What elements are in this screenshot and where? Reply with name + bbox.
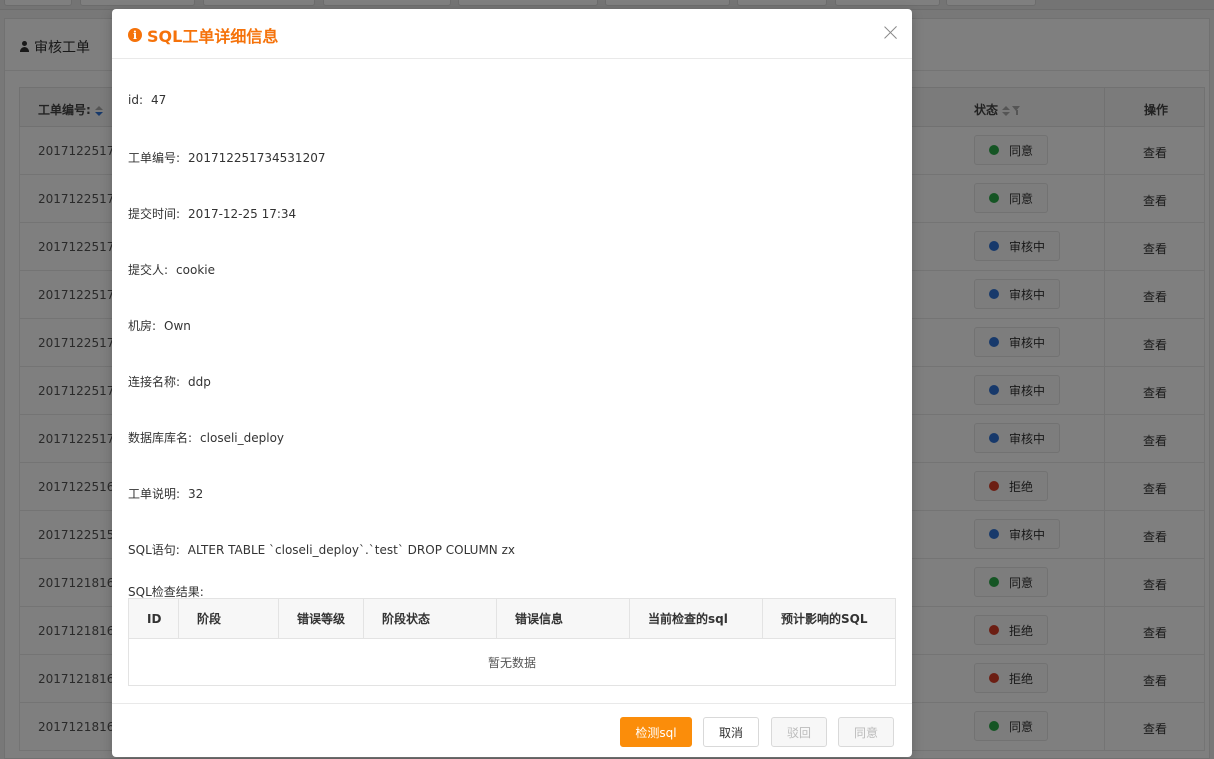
field-value: 201712251734531207	[188, 151, 326, 165]
cancel-button[interactable]: 取消	[703, 717, 759, 747]
field-label: 连接名称:	[128, 375, 181, 389]
field-id: id: 47	[128, 93, 166, 107]
field-label: 工单编号:	[128, 151, 181, 165]
result-col-affected-sql: 预计影响的SQL	[762, 598, 896, 639]
result-col-checked-sql: 当前检查的sql	[629, 598, 763, 639]
modal-title: i SQL工单详细信息	[128, 23, 278, 47]
field-connection: 连接名称: ddp	[128, 373, 211, 390]
field-label: 提交时间:	[128, 207, 181, 221]
close-icon[interactable]	[884, 25, 898, 39]
field-sql: SQL语句: ALTER TABLE `closeli_deploy`.`test…	[128, 541, 515, 558]
field-value: cookie	[176, 263, 215, 277]
field-datacenter: 机房: Own	[128, 317, 191, 334]
result-col-stage: 阶段	[178, 598, 279, 639]
result-col-stage-status: 阶段状态	[363, 598, 497, 639]
field-value: ddp	[188, 375, 211, 389]
field-submit-time: 提交时间: 2017-12-25 17:34	[128, 205, 296, 222]
modal-title-text: SQL工单详细信息	[147, 27, 279, 46]
modal-footer: 检测sql 取消 驳回 同意	[112, 703, 912, 757]
field-order-no: 工单编号: 201712251734531207	[128, 149, 325, 166]
result-col-error-message: 错误信息	[496, 598, 630, 639]
field-value: 2017-12-25 17:34	[188, 207, 297, 221]
field-value: closeli_deploy	[200, 431, 285, 445]
result-header-row: ID 阶段 错误等级 阶段状态 错误信息 当前检查的sql 预计影响的SQL	[128, 598, 896, 639]
empty-row: 暂无数据	[129, 639, 896, 686]
field-label: 提交人:	[128, 263, 169, 277]
field-label: 机房:	[128, 319, 157, 333]
field-label: SQL语句:	[128, 543, 180, 557]
sql-detail-modal: i SQL工单详细信息 id: 47 工单编号: 20171225173453120…	[112, 9, 912, 757]
modal-header: i SQL工单详细信息	[112, 9, 912, 59]
reject-button[interactable]: 驳回	[771, 717, 827, 747]
info-icon: i	[128, 28, 142, 42]
result-col-error-level: 错误等级	[278, 598, 364, 639]
field-label: id:	[128, 93, 143, 107]
field-description: 工单说明: 32	[128, 485, 203, 502]
field-value: 32	[188, 487, 204, 501]
check-sql-button[interactable]: 检测sql	[620, 717, 692, 747]
field-label: 工单说明:	[128, 487, 181, 501]
field-value: ALTER TABLE `closeli_deploy`.`test` DROP…	[187, 543, 515, 557]
result-col-id: ID	[128, 598, 179, 639]
empty-text: 暂无数据	[487, 655, 536, 670]
approve-button[interactable]: 同意	[838, 717, 894, 747]
field-submitter: 提交人: cookie	[128, 261, 215, 278]
field-value: 47	[151, 93, 167, 107]
field-label: 数据库库名:	[128, 431, 193, 445]
check-result-table: ID 阶段 错误等级 阶段状态 错误信息 当前检查的sql 预计影响的SQL 暂…	[128, 598, 896, 686]
modal-body: id: 47 工单编号: 201712251734531207 提交时间: 2017-…	[128, 59, 896, 703]
field-value: Own	[164, 319, 191, 333]
field-database: 数据库库名: closeli_deploy	[128, 429, 284, 446]
